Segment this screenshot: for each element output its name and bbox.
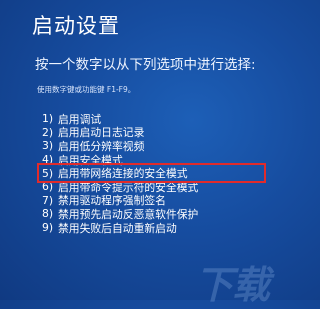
site-watermark: 下载 <box>195 263 270 307</box>
instruction-text: 按一个数字以从下列选项中进行选择: <box>35 57 256 73</box>
option-label: 禁用失败后自动重新启动 <box>58 221 177 235</box>
page-title: 启动设置 <box>32 14 120 38</box>
option-number: 3) <box>42 139 54 153</box>
option-number: 8) <box>42 207 54 221</box>
option-number: 2) <box>42 125 54 139</box>
option-number: 4) <box>42 153 54 167</box>
option-number: 7) <box>42 193 54 207</box>
option-disable-auto-restart-after-failure[interactable]: 9) 禁用失败后自动重新启动 <box>42 221 263 235</box>
option-number: 6) <box>42 180 54 194</box>
option-number: 9) <box>42 221 54 235</box>
option-number: 5) <box>42 166 54 180</box>
startup-options-list: 1) 启用调试 2) 启用启动日志记录 3) 启用低分辨率视频 4) 启用安全模… <box>37 112 266 235</box>
key-hint-text: 使用数字键或功能键 F1-F9。 <box>37 85 136 94</box>
option-number: 1) <box>42 112 54 126</box>
startup-settings-screen: 启动设置 按一个数字以从下列选项中进行选择: 使用数字键或功能键 F1-F9。 … <box>0 0 300 307</box>
